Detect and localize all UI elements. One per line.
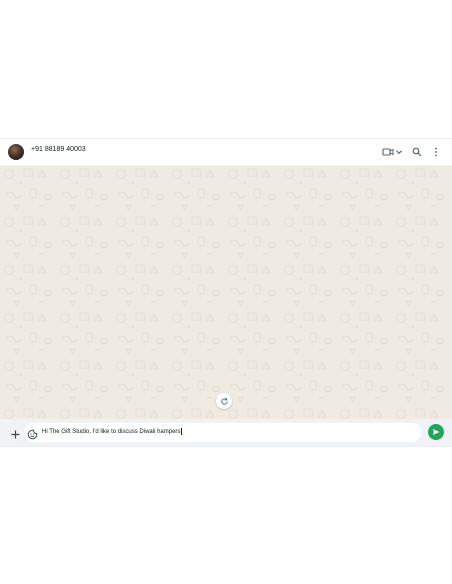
message-value: Hi The Gift Studio, I'd like to discuss … xyxy=(42,429,181,435)
search-icon[interactable] xyxy=(411,146,423,158)
chat-header: +91 88189 40003 xyxy=(0,139,452,165)
message-input-box[interactable]: Hi The Gift Studio, I'd like to discuss … xyxy=(24,423,421,442)
chat-wallpaper[interactable] xyxy=(0,165,452,419)
refresh-icon xyxy=(220,397,228,405)
more-options-icon[interactable] xyxy=(430,146,442,158)
sticker-icon[interactable] xyxy=(27,427,38,440)
send-button[interactable] xyxy=(428,424,444,440)
message-input-text[interactable]: Hi The Gift Studio, I'd like to discuss … xyxy=(42,423,182,442)
contact-avatar[interactable] xyxy=(8,144,24,160)
refresh-button[interactable] xyxy=(216,393,232,409)
send-icon xyxy=(433,429,440,435)
wallpaper-doodles xyxy=(0,165,452,419)
message-composer: Hi The Gift Studio, I'd like to discuss … xyxy=(0,419,452,446)
plus-icon[interactable] xyxy=(10,427,21,439)
text-caret xyxy=(180,427,182,435)
contact-name[interactable]: +91 88189 40003 xyxy=(31,146,86,153)
chevron-down-icon[interactable] xyxy=(393,146,405,158)
